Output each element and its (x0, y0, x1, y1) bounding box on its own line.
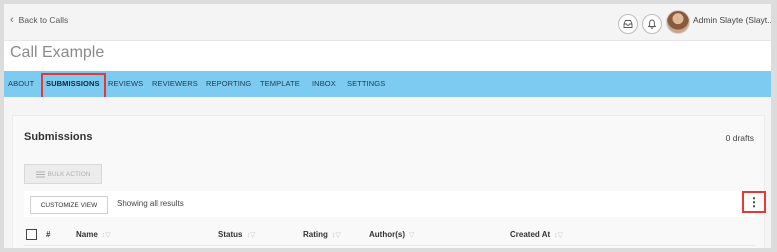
sort-filter-icon[interactable]: ↕▽ (332, 232, 341, 239)
back-label: Back to Calls (18, 15, 69, 25)
column-label: Author(s) (369, 230, 405, 239)
drafts-count[interactable]: 0 drafts (726, 133, 754, 143)
submissions-card: Submissions 0 drafts BULK ACTION CUSTOMI… (12, 115, 766, 248)
back-to-calls-link[interactable]: ‹ Back to Calls (10, 14, 69, 26)
bulk-action-button[interactable]: BULK ACTION (24, 164, 102, 184)
table-header: # Name ↕▽ Status ↕▽ Rating ↕▽ Author(s) ▽ Cr… (24, 223, 755, 246)
tab-reviews[interactable]: REVIEWS (108, 79, 143, 88)
user-avatar[interactable] (666, 10, 690, 34)
table-toolbar: CUSTOMIZE VIEW Showing all results ⋮ (24, 191, 766, 217)
more-options-button[interactable]: ⋮ (742, 191, 766, 213)
column-header-status[interactable]: Status ↕▽ (218, 230, 255, 239)
sort-filter-icon[interactable]: ↕▽ (554, 232, 563, 239)
column-label: Created At (510, 230, 551, 239)
chevron-left-icon: ‹ (10, 14, 14, 26)
column-label: Name (76, 230, 98, 239)
tab-settings[interactable]: SETTINGS (347, 79, 385, 88)
user-name[interactable]: Admin Slayte (Slayt... (693, 15, 771, 25)
column-header-rating[interactable]: Rating ↕▽ (303, 230, 341, 239)
column-header-authors[interactable]: Author(s) ▽ (369, 230, 414, 239)
sort-filter-icon[interactable]: ↕▽ (102, 232, 111, 239)
results-status: Showing all results (117, 199, 184, 208)
customize-view-button[interactable]: CUSTOMIZE VIEW (30, 196, 108, 214)
column-header-number: # (46, 230, 51, 239)
bulk-action-label: BULK ACTION (47, 170, 91, 178)
list-icon (35, 171, 45, 177)
column-label: Rating (303, 230, 328, 239)
filter-icon[interactable]: ▽ (409, 232, 414, 239)
tab-reviewers[interactable]: REVIEWERS (152, 79, 198, 88)
select-all-checkbox[interactable] (26, 229, 37, 240)
kebab-menu-icon: ⋮ (748, 195, 760, 209)
column-header-name[interactable]: Name ↕▽ (76, 230, 111, 239)
submissions-title: Submissions (24, 131, 93, 143)
tab-nav: ABOUT SUBMISSIONS REVIEWS REVIEWERS REPO… (4, 71, 771, 97)
tab-inbox[interactable]: INBOX (312, 79, 336, 88)
tab-about[interactable]: ABOUT (8, 79, 34, 88)
bell-icon-button[interactable] (642, 14, 662, 34)
tab-reporting[interactable]: REPORTING (206, 79, 251, 88)
bell-icon (647, 19, 657, 29)
inbox-icon-button[interactable] (618, 14, 638, 34)
top-bar: ‹ Back to Calls Admin Slayte (Slayt... (4, 4, 771, 41)
column-label: Status (218, 230, 243, 239)
tab-template[interactable]: TEMPLATE (260, 79, 300, 88)
app-frame: ‹ Back to Calls Admin Slayte (Slayt... C… (4, 4, 771, 248)
page-title: Call Example (10, 44, 105, 61)
inbox-icon (623, 20, 633, 28)
sort-filter-icon[interactable]: ↕▽ (246, 232, 255, 239)
main-content: Submissions 0 drafts BULK ACTION CUSTOMI… (4, 97, 771, 248)
header-divider (24, 245, 755, 246)
column-header-created-at[interactable]: Created At ↕▽ (510, 230, 563, 239)
